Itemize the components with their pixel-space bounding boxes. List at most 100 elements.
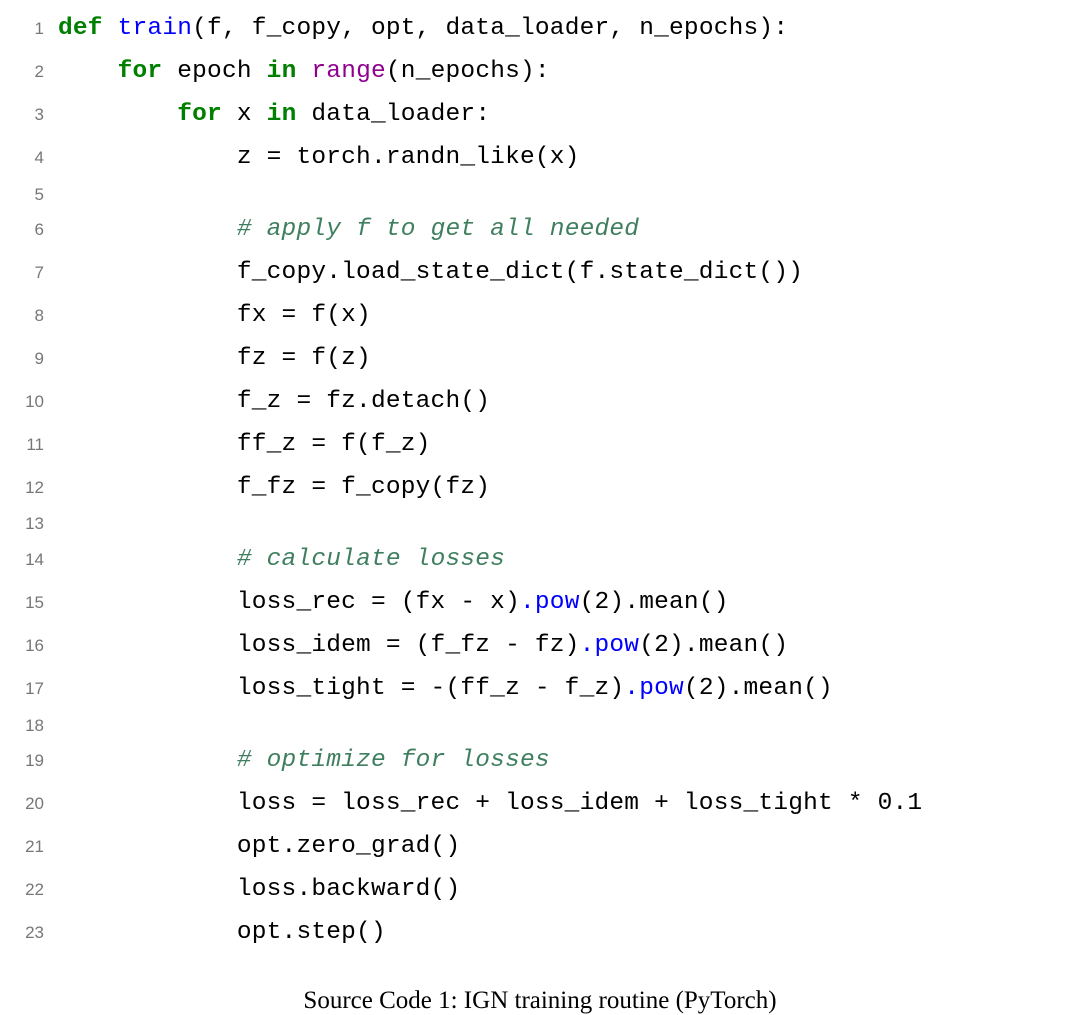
code-source: for x in data_loader: <box>58 94 1080 137</box>
line-number: 7 <box>10 258 58 288</box>
code-source: # apply f to get all needed <box>58 209 1080 252</box>
code-line: 6 # apply f to get all needed <box>10 209 1080 252</box>
code-source: # optimize for losses <box>58 740 1080 783</box>
code-line: 23 opt.step() <box>10 912 1080 955</box>
code-token <box>58 747 237 774</box>
line-number: 17 <box>10 674 58 704</box>
code-token <box>58 546 237 573</box>
code-token: # optimize for losses <box>237 747 550 774</box>
code-line: 17 loss_tight = -(ff_z - f_z).pow(2).mea… <box>10 668 1080 711</box>
code-token: fx = f(x) <box>58 302 371 329</box>
code-token: train <box>118 15 193 42</box>
code-token: loss_tight = -(ff_z - f_z) <box>58 675 624 702</box>
line-number: 4 <box>10 143 58 173</box>
code-listing: 1def train(f, f_copy, opt, data_loader, … <box>0 0 1080 955</box>
code-token: f_copy.load_state_dict(f.state_dict()) <box>58 259 803 286</box>
code-source: opt.step() <box>58 912 1080 955</box>
line-number: 10 <box>10 387 58 417</box>
code-token: # apply f to get all needed <box>237 216 639 243</box>
code-line: 8 fx = f(x) <box>10 295 1080 338</box>
line-number: 20 <box>10 789 58 819</box>
line-number: 6 <box>10 215 58 245</box>
code-token: for <box>118 58 178 85</box>
line-number: 18 <box>10 711 58 741</box>
code-token: # calculate losses <box>237 546 505 573</box>
code-line: 12 f_fz = f_copy(fz) <box>10 467 1080 510</box>
code-source: f_copy.load_state_dict(f.state_dict()) <box>58 252 1080 295</box>
code-line: 19 # optimize for losses <box>10 740 1080 783</box>
code-line: 5 <box>10 180 1080 210</box>
code-token <box>58 216 237 243</box>
code-source: loss.backward() <box>58 869 1080 912</box>
code-token: fz = f(z) <box>58 345 371 372</box>
code-source: f_fz = f_copy(fz) <box>58 467 1080 510</box>
code-token: loss_idem = (f_fz - fz) <box>58 632 580 659</box>
code-line: 7 f_copy.load_state_dict(f.state_dict()) <box>10 252 1080 295</box>
code-token: loss = loss_rec + loss_idem + loss_tight… <box>58 790 922 817</box>
line-number: 23 <box>10 918 58 948</box>
code-line: 20 loss = loss_rec + loss_idem + loss_ti… <box>10 783 1080 826</box>
code-token: def <box>58 15 118 42</box>
code-line: 22 loss.backward() <box>10 869 1080 912</box>
code-source: opt.zero_grad() <box>58 826 1080 869</box>
code-token: in <box>267 58 312 85</box>
code-token: (n_epochs): <box>386 58 550 85</box>
line-number: 1 <box>10 14 58 44</box>
line-number: 3 <box>10 100 58 130</box>
code-token <box>58 58 118 85</box>
code-line: 4 z = torch.randn_like(x) <box>10 137 1080 180</box>
code-token: for <box>177 101 237 128</box>
code-source: loss_rec = (fx - x).pow(2).mean() <box>58 582 1080 625</box>
code-line: 16 loss_idem = (f_fz - fz).pow(2).mean() <box>10 625 1080 668</box>
code-line: 13 <box>10 509 1080 539</box>
code-token: epoch <box>177 58 266 85</box>
code-token: ff_z = f(f_z) <box>58 431 431 458</box>
code-token: opt.zero_grad() <box>58 833 460 860</box>
line-number: 5 <box>10 180 58 210</box>
code-line: 14 # calculate losses <box>10 539 1080 582</box>
line-number: 2 <box>10 57 58 87</box>
code-token <box>58 101 177 128</box>
listing-caption: Source Code 1: IGN training routine (PyT… <box>0 987 1080 1015</box>
line-number: 15 <box>10 588 58 618</box>
line-number: 8 <box>10 301 58 331</box>
code-line: 1def train(f, f_copy, opt, data_loader, … <box>10 8 1080 51</box>
line-number: 11 <box>10 430 58 460</box>
code-token: f_fz = f_copy(fz) <box>58 474 490 501</box>
line-number: 14 <box>10 545 58 575</box>
code-token: opt.step() <box>58 919 386 946</box>
code-token: .pow <box>520 589 580 616</box>
code-token: (2).mean() <box>639 632 788 659</box>
code-token: x <box>237 101 267 128</box>
line-number: 19 <box>10 746 58 776</box>
code-line: 10 f_z = fz.detach() <box>10 381 1080 424</box>
code-source: f_z = fz.detach() <box>58 381 1080 424</box>
code-source: ff_z = f(f_z) <box>58 424 1080 467</box>
code-token: z = torch.randn_like(x) <box>58 144 580 171</box>
code-token: .pow <box>580 632 640 659</box>
line-number: 16 <box>10 631 58 661</box>
code-token: (2).mean() <box>684 675 833 702</box>
code-line: 3 for x in data_loader: <box>10 94 1080 137</box>
code-source: z = torch.randn_like(x) <box>58 137 1080 180</box>
code-token: range <box>311 58 386 85</box>
line-number: 12 <box>10 473 58 503</box>
code-source: # calculate losses <box>58 539 1080 582</box>
code-token: data_loader: <box>311 101 490 128</box>
code-source: fz = f(z) <box>58 338 1080 381</box>
code-source: loss = loss_rec + loss_idem + loss_tight… <box>58 783 1080 826</box>
line-number: 9 <box>10 344 58 374</box>
code-line: 11 ff_z = f(f_z) <box>10 424 1080 467</box>
code-line: 2 for epoch in range(n_epochs): <box>10 51 1080 94</box>
code-source: fx = f(x) <box>58 295 1080 338</box>
code-token: loss.backward() <box>58 876 460 903</box>
code-token: .pow <box>624 675 684 702</box>
code-token: f_z = fz.detach() <box>58 388 490 415</box>
code-line: 18 <box>10 711 1080 741</box>
line-number: 21 <box>10 832 58 862</box>
line-number: 13 <box>10 509 58 539</box>
code-line: 15 loss_rec = (fx - x).pow(2).mean() <box>10 582 1080 625</box>
code-source: loss_idem = (f_fz - fz).pow(2).mean() <box>58 625 1080 668</box>
code-source: for epoch in range(n_epochs): <box>58 51 1080 94</box>
code-source: loss_tight = -(ff_z - f_z).pow(2).mean() <box>58 668 1080 711</box>
